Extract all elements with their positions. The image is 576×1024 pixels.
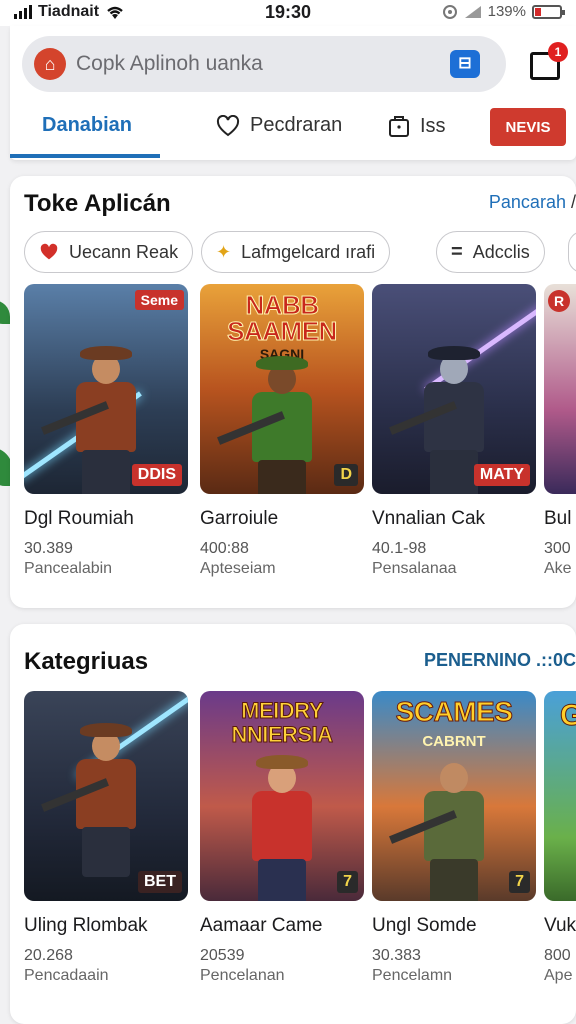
app-subtitle: Apteseiam — [200, 560, 276, 577]
app-count: 400:88 — [200, 540, 249, 557]
section-categories: Kategriuas PENERNINO .::0C BET Uling Rlo… — [10, 624, 576, 1024]
app-name: Vnnalian Cak — [372, 508, 486, 529]
app-logo-icon: ⌂ — [34, 48, 66, 80]
sparkle-icon: ✦ — [216, 241, 232, 262]
status-right: 139% — [442, 3, 565, 20]
tab-iss[interactable]: Iss — [388, 114, 446, 138]
app-artwork: SCAMES CABRNT 7 — [372, 691, 536, 901]
app-count: 30.383 — [372, 947, 421, 964]
active-tab-indicator — [10, 154, 160, 158]
app-title-art: SCAMES — [395, 696, 513, 727]
see-all-link[interactable]: Pancarah / — [489, 192, 576, 213]
tab-label: Iss — [420, 114, 446, 137]
app-tile[interactable]: MATY Vnnalian Cak 40.1-98 Pensalanaa — [372, 284, 536, 578]
header: ⌂ ⊟ 1 Danabian Pecdraran Iss NEVIS — [10, 26, 576, 160]
app-name: Vuk — [544, 915, 576, 936]
scan-search-icon[interactable]: ⊟ — [450, 50, 480, 78]
tab-label: Danabian — [42, 114, 133, 136]
section-title: Toke Aplicán — [24, 190, 171, 217]
app-count: 20539 — [200, 947, 245, 964]
app-tile[interactable]: G Vuk 800 Ape — [544, 691, 576, 985]
chip-more[interactable] — [568, 231, 576, 273]
app-badge: MATY — [473, 464, 530, 486]
chip-label: Uecann Reak — [69, 241, 179, 262]
news-button[interactable]: NEVIS — [490, 108, 566, 146]
app-tile[interactable]: R Bul 300 Ake — [544, 284, 576, 578]
app-artwork: MATY — [372, 284, 536, 494]
app-name: Aamaar Came — [200, 915, 323, 936]
app-count: 300 — [544, 540, 571, 557]
chip-lafmgelcard[interactable]: ✦ Lafmgelcard ırafi — [201, 231, 391, 273]
app-title-sub: CABRNT — [422, 733, 486, 750]
app-badge: BET — [138, 871, 182, 893]
cart-button[interactable]: 1 — [528, 42, 568, 80]
app-badge: D — [334, 464, 358, 486]
tab-label: Pecdraran — [250, 114, 343, 136]
app-artwork: NABB SAAMEN SAGNI D — [200, 284, 364, 494]
section-top-apps: Toke Aplicán Pancarah / Uecann Reak ✦ La… — [10, 176, 576, 608]
filter-chips: Uecann Reak ✦ Lafmgelcard ırafi = Adccli… — [24, 231, 576, 273]
app-artwork: BET — [24, 691, 188, 901]
bag-icon — [389, 116, 409, 137]
app-name: Dgl Roumiah — [24, 508, 134, 529]
app-artwork: MEIDRY NNIERSIA 7 — [200, 691, 364, 901]
app-badge: 7 — [509, 871, 530, 893]
chip-uecann-reak[interactable]: Uecann Reak — [24, 231, 194, 273]
tab-danabian[interactable]: Danabian — [42, 114, 132, 137]
app-list: BET Uling Rlombak 20.268 Pencadaain MEID… — [24, 691, 576, 991]
see-all-label: Pancarah — [488, 192, 566, 212]
chip-label: Adcclis — [472, 241, 530, 262]
app-title-art: G — [559, 699, 576, 733]
section-title: Kategriuas — [24, 648, 149, 675]
app-tile[interactable]: BET Uling Rlombak 20.268 Pencadaain — [24, 691, 188, 985]
battery-percent: 139% — [487, 3, 526, 20]
equals-icon: = — [451, 240, 463, 263]
status-bar: Tiadnait 19:30 139% — [0, 0, 576, 26]
app-artwork: R — [544, 284, 576, 494]
app-badge-top: Seme — [134, 290, 184, 310]
app-title-art: NABB SAAMEN — [227, 290, 338, 346]
heart-icon — [40, 243, 58, 260]
app-subtitle: Pancealabin — [24, 560, 113, 577]
app-badge-top: R — [548, 290, 570, 312]
see-all-suffix: / — [570, 192, 576, 212]
app-subtitle: Pensalanaa — [372, 560, 457, 577]
chip-adcclis[interactable]: = Adcclis — [436, 231, 545, 273]
cell-signal-icon — [464, 5, 481, 18]
app-count: 800 — [544, 947, 571, 964]
app-subtitle: Pencelanan — [200, 967, 285, 984]
sync-icon — [442, 4, 457, 19]
heart-icon — [216, 114, 240, 136]
see-all-link[interactable]: PENERNINO .::0C — [424, 650, 576, 671]
app-tile[interactable]: Seme DDIS Dgl Roumiah 30.389 Pancealabin — [24, 284, 188, 578]
app-list: Seme DDIS Dgl Roumiah 30.389 Pancealabin… — [24, 284, 576, 584]
search-bar[interactable]: ⌂ ⊟ — [22, 36, 506, 92]
tab-pecdraran[interactable]: Pecdraran — [216, 114, 342, 137]
app-count: 30.389 — [24, 540, 73, 557]
app-subtitle: Pencadaain — [24, 967, 109, 984]
app-subtitle: Ake — [544, 560, 572, 577]
cart-badge: 1 — [548, 42, 568, 62]
app-badge: DDIS — [131, 464, 182, 486]
app-title-art: MEIDRY NNIERSIA — [231, 698, 334, 747]
app-count: 40.1-98 — [372, 540, 427, 557]
app-badge: 7 — [337, 871, 358, 893]
app-tile[interactable]: SCAMES CABRNT 7 Ungl Somde 30.383 Pencel… — [372, 691, 536, 985]
search-input[interactable] — [76, 50, 416, 78]
chip-label: Lafmgelcard ırafi — [241, 241, 376, 262]
app-subtitle: Ape — [544, 967, 573, 984]
app-tile[interactable]: NABB SAAMEN SAGNI D Garroiule 400:88 Apt… — [200, 284, 364, 578]
battery-icon — [532, 4, 565, 19]
app-name: Ungl Somde — [372, 915, 477, 936]
app-subtitle: Pencelamn — [372, 967, 453, 984]
app-count: 20.268 — [24, 947, 73, 964]
leaf-decoration — [0, 300, 10, 324]
app-name: Bul — [544, 508, 572, 529]
tab-bar: Danabian Pecdraran Iss NEVIS — [10, 104, 576, 160]
app-artwork: Seme DDIS — [24, 284, 188, 494]
app-artwork: G — [544, 691, 576, 901]
app-name: Uling Rlombak — [24, 915, 148, 936]
app-tile[interactable]: MEIDRY NNIERSIA 7 Aamaar Came 20539 Penc… — [200, 691, 364, 985]
app-name: Garroiule — [200, 508, 279, 529]
